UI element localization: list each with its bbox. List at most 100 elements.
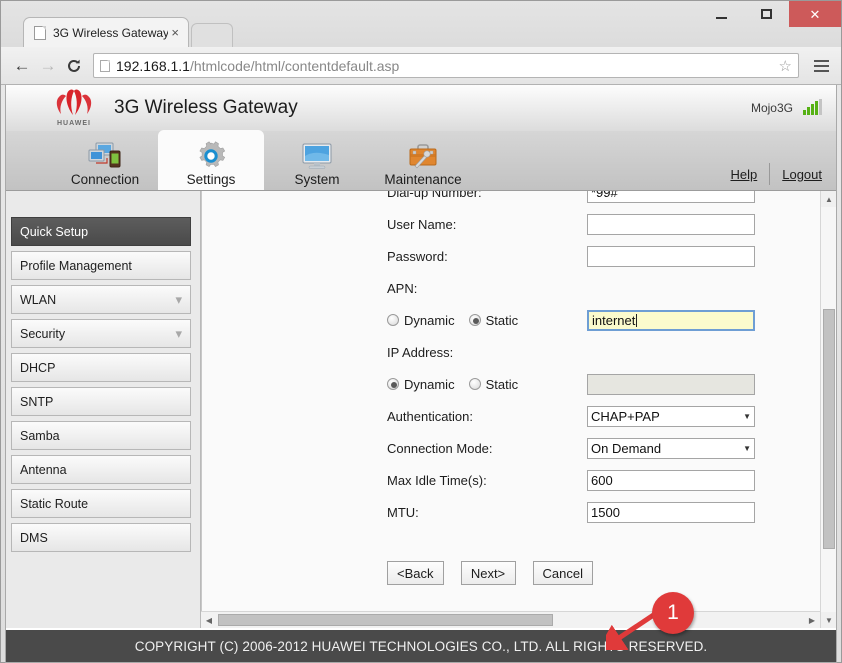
horizontal-scrollbar[interactable]: ◀ ▶ xyxy=(201,611,820,628)
back-button[interactable]: ← xyxy=(9,53,35,79)
link-divider xyxy=(769,163,771,185)
max-idle-time-input[interactable]: 600 xyxy=(587,469,755,491)
authentication-value: CHAP+PAP xyxy=(591,408,660,424)
sidebar-item-label: Antenna xyxy=(20,462,67,477)
scroll-left-button[interactable]: ◀ xyxy=(201,612,217,628)
toolbox-icon xyxy=(407,140,439,172)
reload-button[interactable] xyxy=(61,53,87,79)
sidebar-item-label: WLAN xyxy=(20,292,57,307)
username-input[interactable] xyxy=(587,213,755,235)
bookmark-star-icon[interactable]: ☆ xyxy=(773,57,792,75)
sidebar-item-dhcp[interactable]: DHCP xyxy=(11,353,191,382)
sidebar-item-label: Quick Setup xyxy=(20,224,89,239)
ip-dynamic-label: Dynamic xyxy=(404,376,455,392)
apn-input-value: internet xyxy=(592,312,636,328)
scroll-right-button[interactable]: ▶ xyxy=(804,612,820,628)
cancel-button[interactable]: Cancel xyxy=(532,561,593,585)
sidebar-item-label: SNTP xyxy=(20,394,54,409)
sidebar-item-sntp[interactable]: SNTP xyxy=(11,387,191,416)
main-nav-tabs: Connection Settings System Maintenance H… xyxy=(6,130,836,191)
page-icon xyxy=(100,59,110,72)
vertical-scrollbar[interactable]: ▲ ▼ xyxy=(820,191,836,628)
url-host: 192.168.1.1 xyxy=(116,57,190,74)
tab-maintenance-label: Maintenance xyxy=(384,172,462,187)
apn-input[interactable]: internet xyxy=(587,309,755,331)
sidebar-item-antenna[interactable]: Antenna xyxy=(11,455,191,484)
mtu-input[interactable]: 1500 xyxy=(587,501,755,523)
field-row-max-idle-time: Max Idle Time(s): 600 xyxy=(387,466,777,494)
authentication-select[interactable]: CHAP+PAP ▼ xyxy=(587,405,755,427)
sidebar-item-profile-management[interactable]: Profile Management xyxy=(11,251,191,280)
monitor-icon xyxy=(300,140,334,172)
scroll-up-button[interactable]: ▲ xyxy=(821,191,836,207)
hamburger-icon xyxy=(813,59,829,62)
radio-icon xyxy=(468,378,481,390)
sidebar-item-dms[interactable]: DMS xyxy=(11,523,191,552)
header-status: Mojo3G xyxy=(751,99,822,115)
chevron-down-icon: ▼ xyxy=(743,411,751,421)
logout-link[interactable]: Logout xyxy=(782,167,822,182)
title-bar: ✕ 3G Wireless Gateway × xyxy=(1,1,841,47)
apn-static-radio[interactable]: Static xyxy=(468,312,519,328)
browser-tab[interactable]: 3G Wireless Gateway × xyxy=(23,17,189,47)
sidebar-item-label: Profile Management xyxy=(20,258,132,273)
tab-strip: 3G Wireless Gateway × xyxy=(1,17,841,47)
signal-strength-icon xyxy=(803,99,822,115)
dialup-number-input[interactable]: *99# xyxy=(587,191,755,203)
gear-icon xyxy=(195,140,227,172)
tab-settings-label: Settings xyxy=(186,172,236,187)
chevron-down-icon: ▾ xyxy=(175,325,182,341)
ip-dynamic-radio[interactable]: Dynamic xyxy=(387,377,455,392)
sidebar-item-label: Static Route xyxy=(20,496,89,511)
vertical-scroll-thumb[interactable] xyxy=(823,309,835,549)
field-row-password: Password: xyxy=(387,242,777,270)
address-bar[interactable]: 192.168.1.1/htmlcode/html/contentdefault… xyxy=(93,53,799,78)
tab-close-icon[interactable]: × xyxy=(168,26,182,39)
username-label: User Name: xyxy=(387,216,457,232)
sidebar-item-samba[interactable]: Samba xyxy=(11,421,191,450)
radio-icon xyxy=(387,314,399,326)
connection-mode-label: Connection Mode: xyxy=(387,440,493,456)
field-row-apn: Dynamic Static internet xyxy=(387,306,777,334)
connection-mode-value: On Demand xyxy=(591,440,662,456)
browser-window: ✕ 3G Wireless Gateway × ← → 192.168.1.1/… xyxy=(0,0,842,663)
url-path: /htmlcode/html/contentdefault.asp xyxy=(189,57,400,74)
tab-maintenance[interactable]: Maintenance xyxy=(370,130,476,190)
header-links: Help Logout xyxy=(730,163,836,190)
copyright-footer: COPYRIGHT (C) 2006-2012 HUAWEI TECHNOLOG… xyxy=(6,630,836,662)
ip-static-radio[interactable]: Static xyxy=(468,376,519,392)
sidebar-item-static-route[interactable]: Static Route xyxy=(11,489,191,518)
sidebar-item-security[interactable]: Security ▾ xyxy=(11,319,191,348)
text-cursor xyxy=(636,313,638,327)
browser-toolbar: ← → 192.168.1.1/htmlcode/html/contentdef… xyxy=(1,47,841,85)
quick-setup-form-panel: Dial-up Number: *99# User Name: Password… xyxy=(201,191,836,628)
back-button[interactable]: <Back xyxy=(387,561,444,585)
apn-static-label: Static xyxy=(485,312,519,328)
password-input[interactable] xyxy=(587,245,755,267)
next-button[interactable]: Next> xyxy=(460,561,516,585)
field-row-mtu: MTU: 1500 xyxy=(387,498,777,526)
sidebar-item-quick-setup[interactable]: Quick Setup xyxy=(11,217,191,246)
arrow-left-icon: ← xyxy=(13,56,31,75)
hamburger-menu-button[interactable] xyxy=(809,53,833,79)
page-title: 3G Wireless Gateway xyxy=(114,97,298,118)
scroll-down-button[interactable]: ▼ xyxy=(821,612,836,628)
sidebar-item-wlan[interactable]: WLAN ▾ xyxy=(11,285,191,314)
horizontal-scroll-thumb[interactable] xyxy=(218,614,553,626)
ip-address-input xyxy=(587,373,755,395)
network-devices-icon xyxy=(87,140,123,172)
connection-mode-select[interactable]: On Demand ▼ xyxy=(587,437,755,459)
apn-dynamic-radio[interactable]: Dynamic xyxy=(387,313,455,328)
tab-system[interactable]: System xyxy=(264,130,370,190)
tab-settings[interactable]: Settings xyxy=(158,130,264,190)
help-link[interactable]: Help xyxy=(730,167,757,182)
password-label: Password: xyxy=(387,248,448,264)
annotation-step-badge: 1 xyxy=(652,592,694,634)
new-tab-button[interactable] xyxy=(191,23,233,47)
ip-static-label: Static xyxy=(485,376,519,392)
forward-button[interactable]: → xyxy=(35,53,61,79)
content-wrapper: Dial-up Number: *99# User Name: Password… xyxy=(201,191,836,628)
apn-radio-group: Dynamic Static xyxy=(387,313,587,328)
tab-connection[interactable]: Connection xyxy=(52,130,158,190)
router-header: HUAWEI 3G Wireless Gateway Mojo3G xyxy=(6,85,836,131)
